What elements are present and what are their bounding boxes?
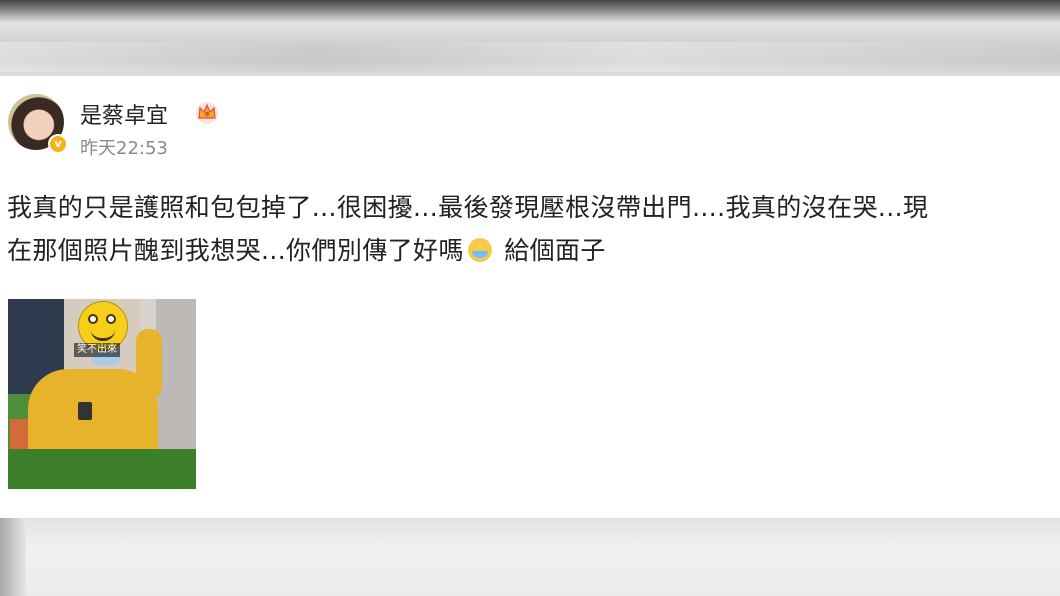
post-text-segment: 給個面子 <box>495 236 606 265</box>
post-content: 我真的只是護照和包包掉了...很困擾...最後發現壓根沒帶出門....我真的沒在… <box>7 186 1059 272</box>
photo-phone <box>78 402 92 420</box>
blurred-header-background <box>0 0 1060 76</box>
verified-badge-icon: v <box>48 134 68 154</box>
weibo-post: v 是蔡卓宜 昨天22:53 我真的只是護照和包包掉了...很困擾...最後發現… <box>0 76 1060 518</box>
photo-person-arm <box>136 329 162 399</box>
post-text-line-1: 我真的只是護照和包包掉了...很困擾...最後發現壓根沒帶出門....我真的沒在… <box>7 193 929 222</box>
photo-bush <box>8 449 196 489</box>
blurred-footer-background <box>0 518 1060 596</box>
crown-icon <box>196 102 218 124</box>
post-timestamp: 昨天22:53 <box>80 138 168 159</box>
username[interactable]: 是蔡卓宜 <box>80 98 168 130</box>
sticker-caption: 笑不出來 <box>74 343 120 357</box>
post-text-segment: 在那個照片醜到我想哭...你們別傳了好嗎 <box>7 236 464 265</box>
post-photo[interactable]: 笑不出來 <box>8 299 196 489</box>
sticker-eye <box>106 314 116 324</box>
laughing-crying-emoji-icon <box>467 238 492 262</box>
sticker-mouth <box>91 330 115 341</box>
sticker-eye <box>88 314 98 324</box>
post-text-line-2: 在那個照片醜到我想哭...你們別傳了好嗎 給個面子 <box>7 229 1059 272</box>
